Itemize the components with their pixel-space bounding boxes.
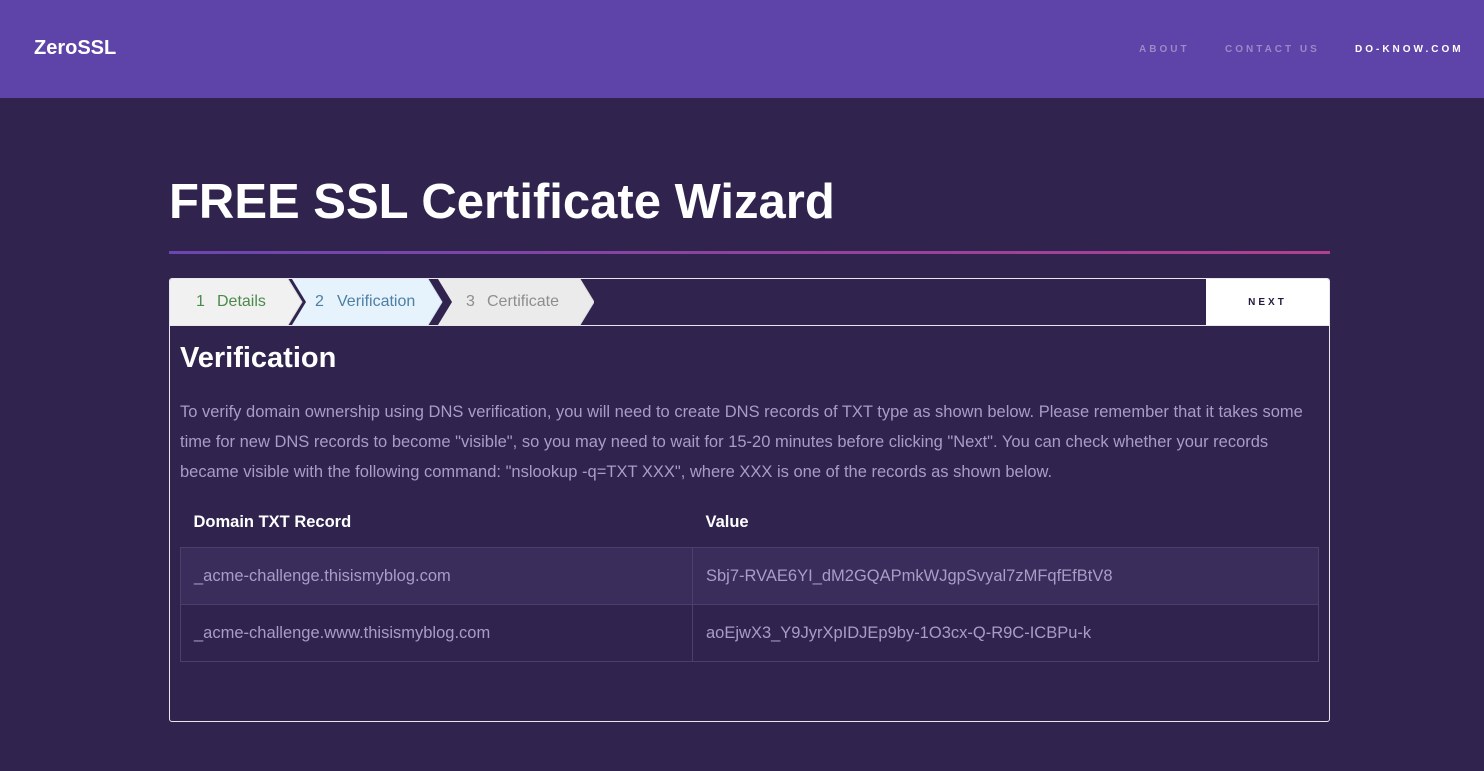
value-cell[interactable]: Sbj7-RVAE6YI_dM2GQAPmkWJgpSvyal7zMFqfEfB… <box>692 547 1319 605</box>
page-title: FREE SSL Certificate Wizard <box>169 175 835 229</box>
nav-link-contact-us[interactable]: CONTACT US <box>1225 44 1320 55</box>
next-button[interactable]: NEXT <box>1206 279 1329 325</box>
wizard-step-details[interactable]: 1 Details <box>170 279 304 325</box>
column-header-domain: Domain TXT Record <box>193 512 352 531</box>
title-divider <box>169 251 1330 254</box>
table-row: _acme-challenge.www.thisismyblog.com aoE… <box>180 604 1319 662</box>
ssl-wizard-panel: 3 Certificate 2 Verification 1 Details N… <box>169 278 1330 722</box>
step-number: 2 <box>315 293 324 310</box>
step-label: Verification <box>337 293 416 310</box>
dns-records-table: Domain TXT Record Value _acme-challenge.… <box>180 497 1319 662</box>
step-number: 3 <box>466 293 475 310</box>
step-label: Details <box>217 293 266 310</box>
value-cell[interactable]: aoEjwX3_Y9JyrXpIDJEp9by-1O3cx-Q-R9C-ICBP… <box>692 604 1319 662</box>
table-row: _acme-challenge.thisismyblog.com Sbj7-RV… <box>180 547 1319 605</box>
verification-instructions: To verify domain ownership using DNS ver… <box>180 403 1303 481</box>
nav-link-do-know[interactable]: DO-KNOW.COM <box>1355 44 1464 55</box>
section-title: Verification <box>180 342 337 374</box>
top-navigation-bar: ZeroSSL ABOUT CONTACT US DO-KNOW.COM <box>0 0 1484 98</box>
table-header-row: Domain TXT Record Value <box>181 497 1319 548</box>
domain-cell[interactable]: _acme-challenge.www.thisismyblog.com <box>180 604 693 662</box>
step-label: Certificate <box>487 293 560 310</box>
domain-cell[interactable]: _acme-challenge.thisismyblog.com <box>180 547 693 605</box>
wizard-steps-bar: 3 Certificate 2 Verification 1 Details N… <box>170 279 1329 326</box>
step-number: 1 <box>196 293 205 310</box>
brand-logo-link[interactable]: ZeroSSL <box>34 37 116 60</box>
wizard-step-certificate[interactable]: 3 Certificate <box>438 279 594 325</box>
wizard-step-verification[interactable]: 2 Verification <box>292 279 443 325</box>
nav-link-about[interactable]: ABOUT <box>1139 44 1190 55</box>
column-header-value: Value <box>705 512 749 531</box>
